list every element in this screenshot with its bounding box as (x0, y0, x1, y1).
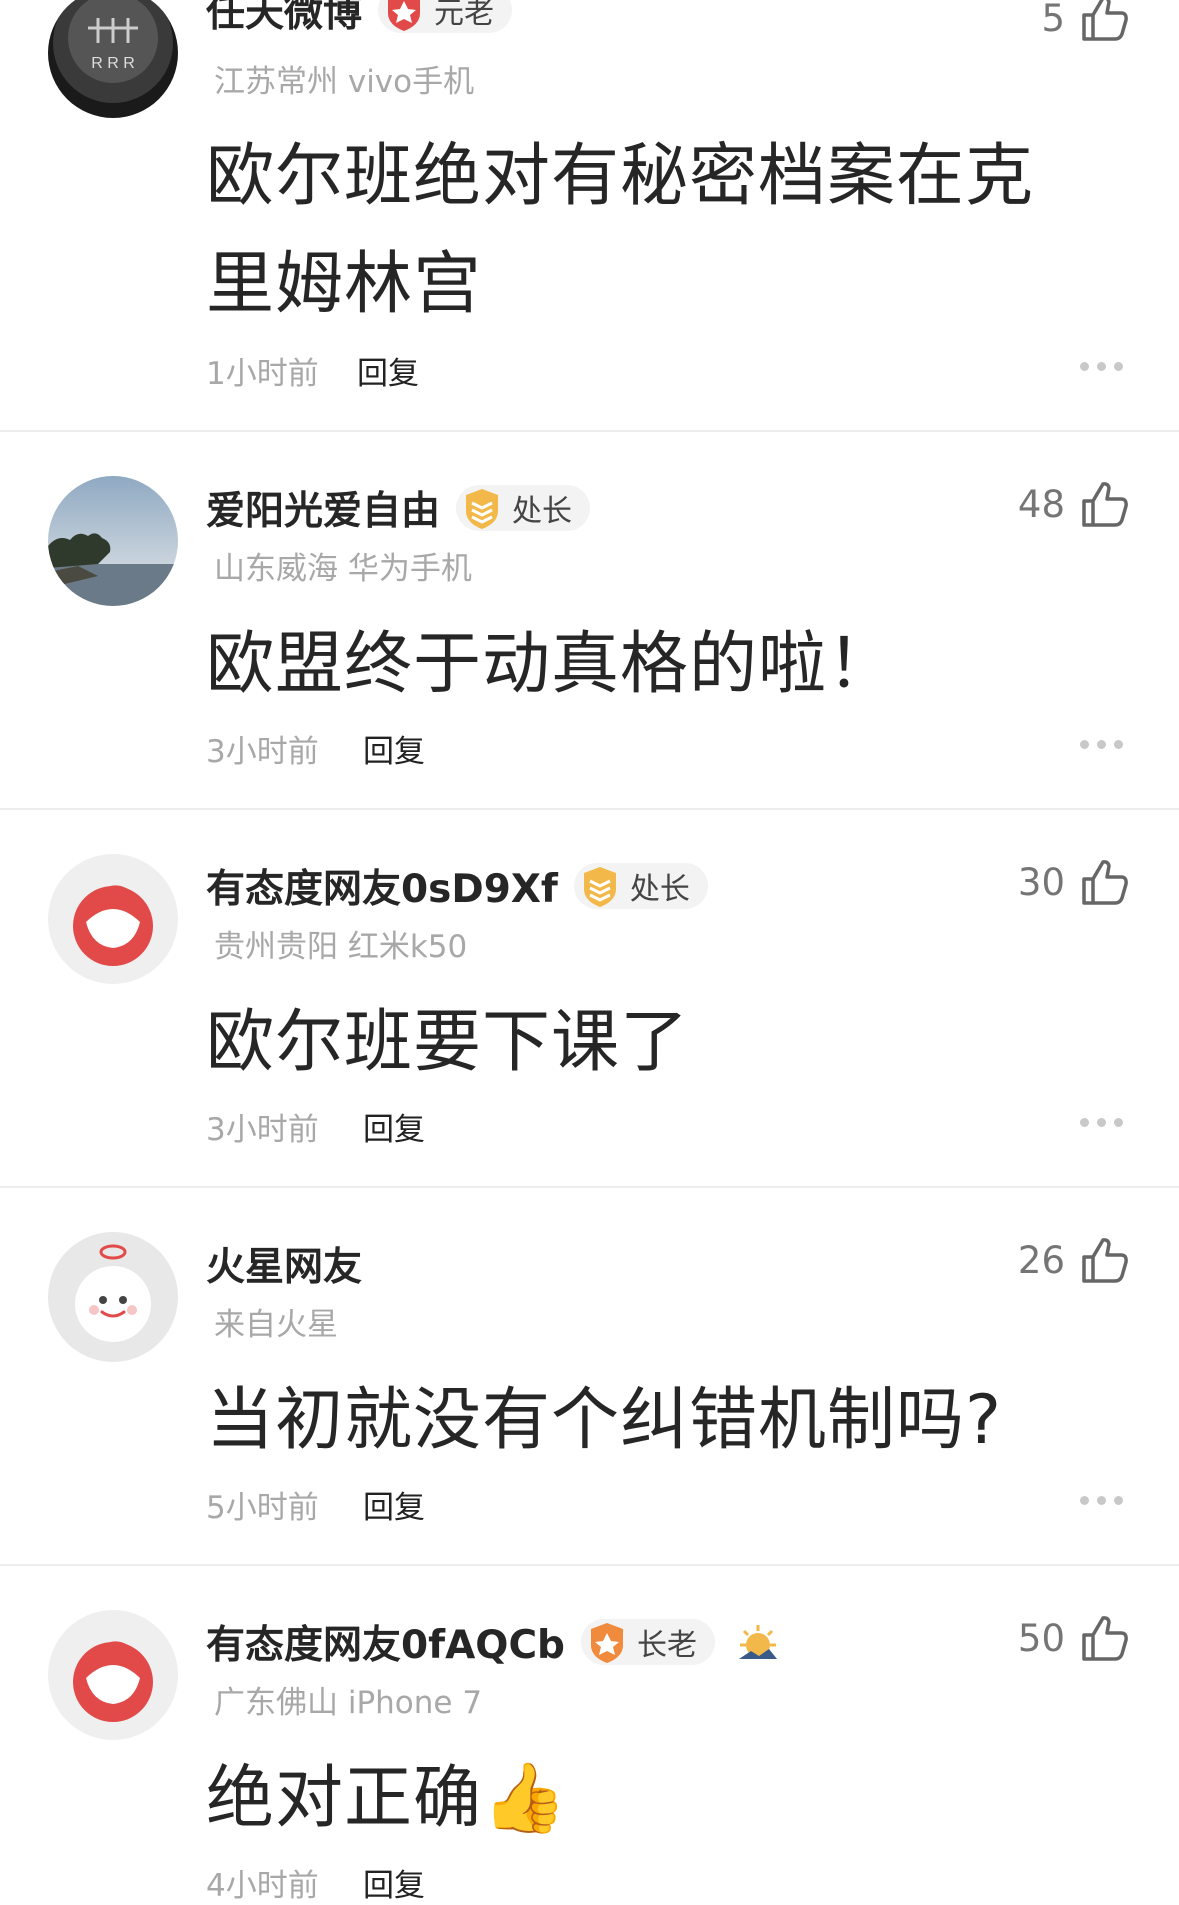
like-count: 5 (1041, 0, 1065, 40)
thumbs-up-icon (1082, 860, 1128, 905)
comment-text-line: 里姆林宫 (206, 245, 483, 324)
more-dot (1097, 1118, 1106, 1127)
comment-time: 4小时前 (206, 1868, 319, 1904)
more-dot (1097, 362, 1106, 371)
like-count: 26 (1017, 1238, 1065, 1282)
like-button[interactable]: 30 (1018, 856, 1131, 908)
avatar-gear-shift[interactable]: R R R (48, 0, 178, 118)
badge-label: 处长 (512, 494, 573, 529)
rank-badge-icon (466, 489, 499, 529)
more-dots-icon (1080, 362, 1089, 371)
more-dot (1114, 740, 1123, 749)
comment-time: 3小时前 (206, 734, 319, 770)
author-name[interactable]: 任天微博 元老 (206, 0, 513, 38)
avatar-default-netease[interactable] (48, 854, 178, 984)
more-dot (1114, 362, 1123, 371)
rank-badge: 处长 (456, 485, 591, 531)
comment-time: 5小时前 (206, 1490, 319, 1526)
like-button[interactable]: 5 (1041, 0, 1131, 44)
avatar-default-netease[interactable] (48, 1610, 178, 1740)
svg-text:R R R: R R R (91, 55, 135, 72)
comment-time: 3小时前 (206, 1112, 319, 1148)
location-device: 广东佛山 iPhone 7 (214, 1685, 483, 1721)
location-device: 山东威海 华为手机 (214, 551, 472, 587)
author-label: 有态度网友0fAQCb (206, 1623, 565, 1668)
like-button[interactable]: 50 (1018, 1612, 1131, 1664)
badge-label: 元老 (434, 0, 495, 31)
rank-badge-icon (590, 1623, 623, 1663)
like-count: 48 (1017, 482, 1065, 526)
divider (0, 1186, 1179, 1188)
avatar-landscape[interactable] (48, 476, 178, 606)
more-dot (1114, 1118, 1123, 1127)
like-button[interactable]: 26 (1018, 1234, 1131, 1286)
like-button[interactable]: 48 (1018, 478, 1131, 530)
comment-time: 1小时前 (206, 356, 319, 392)
location-device: 来自火星 (214, 1307, 338, 1343)
reply-button[interactable]: 回复 (357, 348, 419, 393)
author-label: 任天微博 (206, 0, 363, 36)
like-count: 30 (1017, 860, 1065, 904)
divider (0, 430, 1179, 432)
comment-text-line: 绝对正确👍 (206, 1759, 568, 1838)
more-options-button[interactable] (1072, 740, 1123, 749)
more-dots-icon (1080, 1118, 1089, 1127)
author-name[interactable]: 爱阳光爱自由 处长 (206, 480, 591, 536)
rank-badge: 元老 (378, 0, 513, 33)
divider (0, 808, 1179, 810)
comment-text-line: 欧盟终于动真格的啦！ (206, 625, 897, 704)
location-device: 江苏常州 vivo手机 (214, 64, 475, 100)
thumbs-up-icon (1082, 1616, 1128, 1661)
author-name[interactable]: 有态度网友0sD9Xf 处长 (206, 858, 708, 914)
rank-badge: 长老 (580, 1619, 715, 1665)
author-name[interactable]: 有态度网友0fAQCb 长老 (206, 1614, 781, 1670)
comment-text-line: 当初就没有个纠错机制吗? (206, 1381, 1003, 1460)
more-dots-icon (1080, 740, 1089, 749)
more-options-button[interactable] (1072, 1118, 1123, 1127)
comment-text-line: 欧尔班绝对有秘密档案在克 (206, 137, 1035, 216)
thumbs-up-icon (1082, 1238, 1128, 1283)
badge-label: 处长 (629, 872, 690, 907)
thumbs-up-icon (1082, 482, 1128, 527)
sunrise-icon (738, 1625, 777, 1659)
more-options-button[interactable] (1072, 1496, 1123, 1505)
more-options-button[interactable] (1072, 362, 1123, 371)
more-dot (1114, 1496, 1123, 1505)
more-dot (1097, 1496, 1106, 1505)
comment-text-line: 欧尔班要下课了 (206, 1003, 690, 1082)
location-device: 贵州贵阳 红米k50 (214, 929, 468, 965)
badge-label: 长老 (636, 1628, 697, 1663)
reply-button[interactable]: 回复 (363, 1104, 425, 1149)
more-dots-icon (1080, 1496, 1089, 1505)
reply-button[interactable]: 回复 (363, 726, 425, 771)
thumbs-up-icon (1082, 0, 1128, 41)
avatar-mars-mascot[interactable] (48, 1232, 178, 1362)
reply-button[interactable]: 回复 (363, 1482, 425, 1527)
rank-badge-icon (388, 0, 421, 31)
more-dot (1097, 740, 1106, 749)
like-count: 50 (1017, 1616, 1065, 1660)
reply-button[interactable]: 回复 (363, 1860, 425, 1905)
author-label: 火星网友 (206, 1245, 363, 1290)
divider (0, 1564, 1179, 1566)
author-label: 爱阳光爱自由 (206, 489, 441, 534)
author-name[interactable]: 火星网友 (206, 1236, 362, 1292)
rank-badge: 处长 (573, 863, 708, 909)
rank-badge-icon (583, 867, 616, 907)
author-label: 有态度网友0sD9Xf (206, 867, 558, 912)
